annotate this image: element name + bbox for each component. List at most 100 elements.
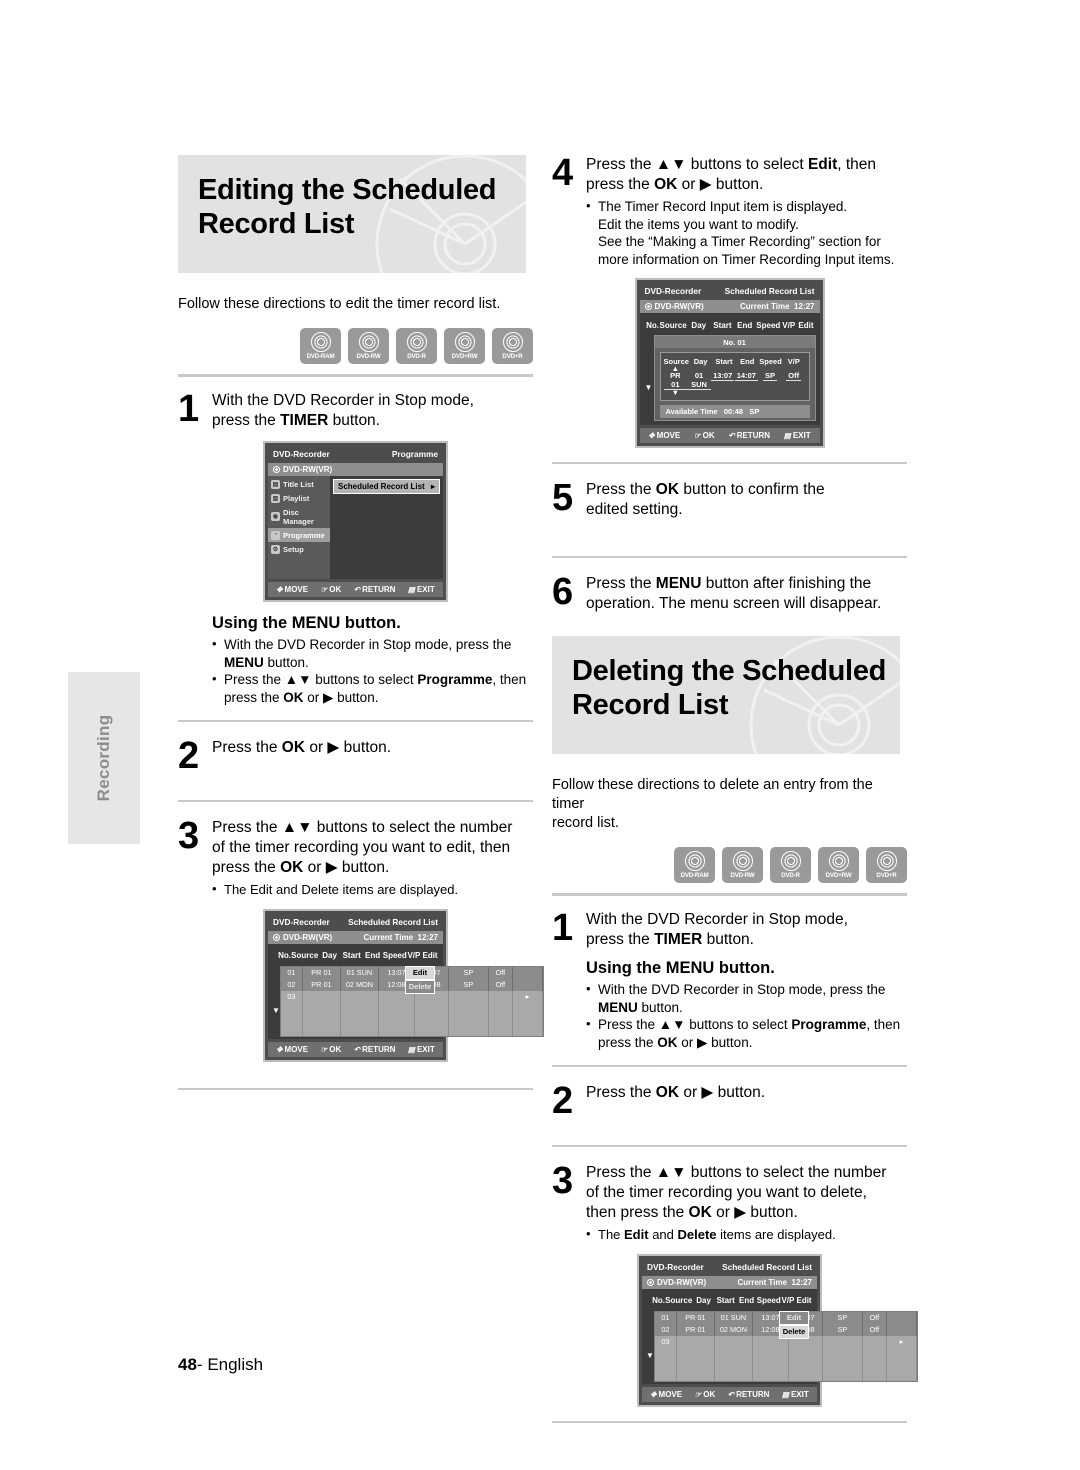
programme-ref: Programme [791,1017,867,1032]
step-line2: of the timer recording you want to delet… [586,1184,867,1201]
scroll-down-indicator[interactable]: ▼ [644,335,654,392]
step-text: Press the ▲▼ buttons to select the numbe… [586,1163,907,1244]
deleting-title-line1: Deleting the Scheduled [572,655,887,687]
field-value-day[interactable]: 01 SUN [687,371,711,390]
ok-button-ref: OK [654,176,678,193]
osd-brand-label: DVD-Recorder [273,916,330,927]
step-line1-post: , then [837,156,877,173]
col-header-edit: Edit [422,951,438,960]
disc-glyph-icon [876,850,897,871]
updown-arrows-icon: ▲▼ [284,672,312,687]
step-line2: edited setting. [586,501,683,518]
scroll-down-indicator[interactable]: ▼ [646,1311,654,1360]
osd-menu-item-setup[interactable]: ⚙ Setup [268,542,330,556]
table-row[interactable] [654,1347,917,1359]
osd-nav-ok[interactable]: ☞ OK [321,1045,342,1054]
osd-menu-item-programme[interactable]: ◔ Programme [268,528,330,542]
popup-item-delete[interactable]: Delete [405,979,435,994]
step-pre: Press the [586,1084,656,1101]
osd-nav-label: OK [703,1389,716,1399]
field-value-speed[interactable]: SP [758,371,782,390]
osd-nav-exit[interactable]: ▤ EXIT [408,1045,435,1054]
osd-nav-move[interactable]: ✥ MOVE [648,431,680,440]
osd-nav-return[interactable]: ↶ RETURN [728,431,770,440]
media-icon-dvd-r: DVD-R [396,328,437,364]
osd-schedule-table: Edit Delete No. Source Day Start End Spe… [642,1288,918,1384]
osd-nav-return[interactable]: ↶ RETURN [354,585,396,594]
media-icon-label: DVD+RW [825,871,852,879]
step-number: 2 [178,735,200,777]
osd-nav-move[interactable]: ✥ MOVE [650,1390,682,1399]
divider [178,1087,533,1090]
cell-vp [862,1335,887,1348]
table-row[interactable] [654,1369,917,1381]
table-row[interactable] [280,1013,543,1025]
media-icon-label: DVD-RW [730,871,755,879]
editing-step-1: 1 With the DVD Recorder in Stop mode, pr… [178,390,533,431]
bullet-post: button. [637,999,683,1015]
timer-input-wrap: ▼ No. 01 Source Day Start End Speed V/P [644,335,816,421]
page-footer: 48- English [178,1355,263,1375]
step-text: Press the MENU button after finishing th… [586,574,907,624]
osd-nav-exit[interactable]: ▤ EXIT [782,1390,809,1399]
osd-nav-ok[interactable]: ☞ OK [321,585,342,594]
programme-icon: ◔ [271,530,280,540]
step-line1-post: buttons to select the number [312,819,513,836]
osd-nav-label: OK [329,585,342,594]
osd-nav-exit[interactable]: ▤ EXIT [784,431,811,440]
osd-nav-exit[interactable]: ▤ EXIT [408,585,435,594]
osd-nav-move[interactable]: ✥ MOVE [276,1045,308,1054]
field-value-start[interactable]: 13:07 [711,371,735,390]
osd-menu-item-playlist[interactable]: ▥ Playlist [268,491,330,505]
popup-item-delete[interactable]: Delete [779,1324,809,1339]
osd-menu-main-panel: Scheduled Record List ▸ [330,476,443,579]
osd-nav-return[interactable]: ↶ RETURN [354,1045,396,1054]
side-tab-label: Recording [94,714,113,802]
popup-item-edit[interactable]: Edit [779,1310,809,1325]
osd-programme-menu-screenshot: DVD-Recorder Programme DVD-RW(VR) ▤ Titl… [263,441,448,602]
cell-source [302,990,341,1003]
osd-nav-move[interactable]: ✥ MOVE [276,585,308,594]
osd-menu-item-title-list[interactable]: ▤ Title List [268,477,330,491]
col-header-no: No. [278,951,292,960]
editing-section-banner: Editing the Scheduled Record List [178,155,526,273]
ok-button-ref: OK [655,1084,680,1101]
table-row[interactable] [280,1024,543,1036]
move-icon: ✥ [650,1389,657,1399]
bullet-cont-pre: press the [224,689,284,705]
bullet-cont-mid: or ▶ button. [677,1034,753,1050]
osd-nav-ok[interactable]: ☞ OK [695,1390,716,1399]
media-icon-dvd-plus-r: DVD+R [492,328,533,364]
step-line3-post: or ▶ button. [303,859,390,876]
field-value-vp[interactable]: Off [782,371,806,390]
field-value-end[interactable]: 14:07 [734,371,759,390]
menu-note-bullet-2: Press the ▲▼ buttons to select Programme… [586,1015,907,1051]
osd-menu-item-disc-manager[interactable]: ◉ Disc Manager [268,505,330,528]
current-time-value: 12:27 [417,932,438,942]
osd-titlebar: DVD-Recorder Scheduled Record List [268,914,443,931]
cell-source: PR 01 [302,978,341,991]
step-text: Press the OK or ▶ button. [586,1083,907,1131]
table-row[interactable] [654,1358,917,1370]
bullet-mid: buttons to select [685,1017,792,1032]
osd-disc-bar: DVD-RW(VR) Current Time 12:27 [642,1275,817,1289]
col-header-vp: V/P [407,951,421,960]
col-header-speed: Speed [756,320,781,330]
popup-item-edit[interactable]: Edit [405,965,435,980]
cell-source: PR 01 [302,966,341,979]
osd-nav-return[interactable]: ↶ RETURN [728,1390,770,1399]
table-row[interactable] [280,1002,543,1014]
osd-titlebar: DVD-Recorder Programme [268,446,443,463]
gear-icon: ⚙ [271,544,280,554]
page-dash: - [196,1355,208,1374]
media-icon-label: DVD+R [876,871,897,879]
scroll-down-indicator[interactable]: ▼ [272,966,280,1015]
osd-menu-sidebar: ▤ Title List ▥ Playlist ◉ Disc Manager ◔… [268,476,330,579]
caret-down-icon[interactable]: ▼ [664,389,688,397]
bullet-pre: The [598,1227,625,1242]
osd-scheduled-record-list-entry[interactable]: Scheduled Record List ▸ [333,479,440,494]
bullet-pre: Press the [224,672,285,687]
osd-nav-ok[interactable]: ☞ OK [694,431,715,440]
cell-edit-arrow: ▸ [512,990,543,1003]
col-header-end: End [365,951,381,960]
